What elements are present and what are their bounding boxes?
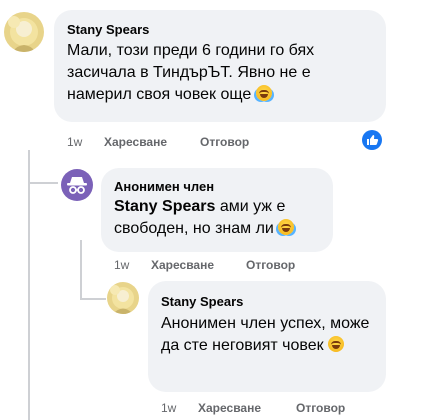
comment-time[interactable]: 1w bbox=[114, 258, 129, 272]
comment-text: Stany Spears ами уж е свободен, но знам … bbox=[114, 196, 324, 240]
rolling-laughing-emoji bbox=[278, 219, 295, 235]
avatar[interactable] bbox=[107, 282, 139, 314]
comment-text: Анонимен член успех, може да сте неговия… bbox=[161, 313, 381, 357]
comment-time[interactable]: 1w bbox=[67, 135, 82, 149]
thread-line-nested bbox=[80, 240, 82, 300]
mention-link[interactable]: Stany Spears bbox=[114, 198, 215, 215]
rolling-laughing-emoji bbox=[255, 85, 272, 101]
comment-text: Мали, този преди 6 години го бях засичал… bbox=[67, 40, 377, 106]
like-button[interactable]: Харесване bbox=[104, 135, 167, 149]
comment-author[interactable]: Stany Spears bbox=[161, 294, 243, 309]
reply-button[interactable]: Отговор bbox=[296, 401, 345, 415]
reply-button[interactable]: Отговор bbox=[246, 258, 295, 272]
anonymous-avatar[interactable] bbox=[61, 169, 93, 201]
like-button[interactable]: Харесване bbox=[198, 401, 261, 415]
thread-connector bbox=[28, 182, 58, 184]
like-reaction-icon[interactable] bbox=[362, 130, 382, 150]
comment-author[interactable]: Stany Spears bbox=[67, 22, 149, 37]
like-button[interactable]: Харесване bbox=[151, 258, 214, 272]
incognito-icon bbox=[67, 177, 87, 194]
comment-body: Мали, този преди 6 години го бях засичал… bbox=[67, 42, 315, 103]
comment-time[interactable]: 1w bbox=[161, 401, 176, 415]
grinning-squint-emoji bbox=[328, 336, 345, 352]
comment-author[interactable]: Анонимен член bbox=[114, 179, 214, 194]
thread-connector-nested bbox=[80, 298, 106, 300]
reply-button[interactable]: Отговор bbox=[200, 135, 249, 149]
thread-line bbox=[28, 150, 30, 420]
avatar[interactable] bbox=[4, 12, 44, 52]
